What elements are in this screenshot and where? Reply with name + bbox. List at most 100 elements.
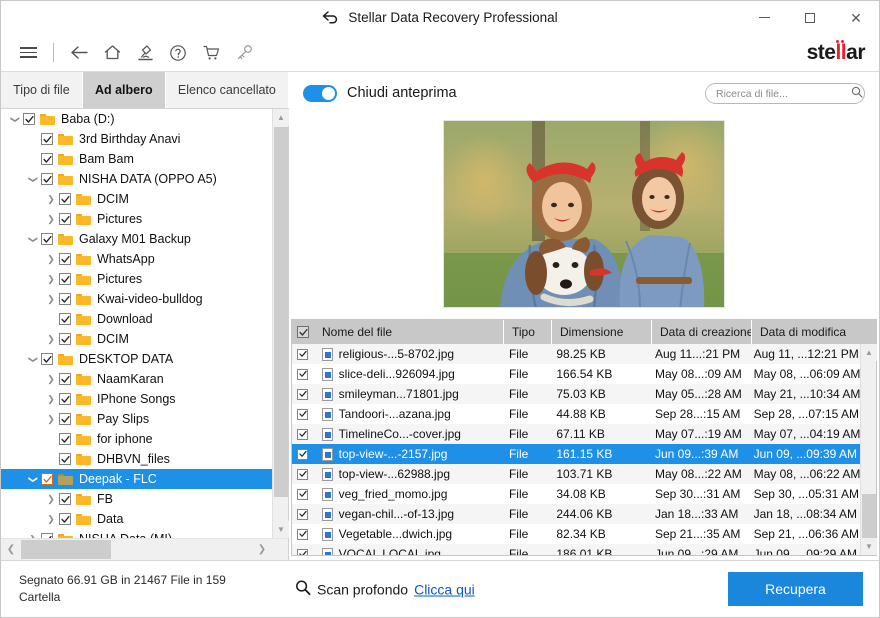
select-all-checkbox[interactable] [292, 320, 314, 344]
scroll-down-icon[interactable]: ▼ [273, 521, 289, 538]
table-row[interactable]: TimelineCo...-cover.jpgFile67.11 KBMay 0… [292, 424, 860, 444]
help-icon[interactable] [163, 38, 193, 68]
tree-item[interactable]: ❯Galaxy M01 Backup [1, 229, 272, 249]
chevron-right-icon[interactable]: ❯ [43, 394, 59, 405]
tab-elenco-cancellato[interactable]: Elenco cancellato [166, 72, 289, 108]
row-checkbox[interactable] [292, 369, 314, 380]
tree-horizontal-scrollbar[interactable]: ❮ ❯ [1, 538, 288, 560]
tree-item-checkbox[interactable] [41, 133, 53, 145]
row-checkbox[interactable] [292, 489, 314, 500]
row-checkbox[interactable] [292, 429, 314, 440]
search-box[interactable] [705, 83, 865, 104]
column-header[interactable]: Nome del file [314, 320, 504, 344]
scroll-right-icon[interactable]: ❯ [252, 539, 272, 560]
microscope-icon[interactable] [130, 38, 160, 68]
tree-item-checkbox[interactable] [23, 113, 35, 125]
tree-item[interactable]: ❯Data [1, 509, 272, 529]
table-row[interactable]: Vegetable...dwich.jpgFile82.34 KBSep 21.… [292, 524, 860, 544]
tree-item[interactable]: Bam Bam [1, 149, 272, 169]
tab-tipo-di-file[interactable]: Tipo di file [1, 72, 83, 108]
chevron-down-icon[interactable]: ❯ [28, 471, 39, 487]
chevron-down-icon[interactable]: ❯ [10, 111, 21, 127]
close-preview-toggle[interactable] [303, 85, 337, 102]
tree-item-checkbox[interactable] [41, 173, 53, 185]
table-row[interactable]: religious-...5-8702.jpgFile98.25 KBAug 1… [292, 344, 860, 364]
row-checkbox[interactable] [292, 449, 314, 460]
tree-item[interactable]: ❯Pay Slips [1, 409, 272, 429]
tree-item[interactable]: ❯DCIM [1, 189, 272, 209]
scroll-left-icon[interactable]: ❮ [1, 539, 21, 560]
table-row[interactable]: vegan-chil...-of-13.jpgFile244.06 KBJan … [292, 504, 860, 524]
recover-button[interactable]: Recupera [728, 572, 863, 606]
file-list-scrollbar[interactable]: ▲ ▼ [860, 344, 876, 555]
chevron-down-icon[interactable]: ❯ [28, 231, 39, 247]
column-header[interactable]: Tipo [504, 320, 552, 344]
chevron-right-icon[interactable]: ❯ [43, 274, 59, 285]
scroll-down-icon[interactable]: ▼ [861, 538, 877, 555]
table-row[interactable]: smileyman...71801.jpgFile75.03 KBMay 05.… [292, 384, 860, 404]
tree-item-checkbox[interactable] [41, 153, 53, 165]
chevron-right-icon[interactable]: ❯ [43, 254, 59, 265]
tree-item[interactable]: ❯FB [1, 489, 272, 509]
tree-item[interactable]: Download [1, 309, 272, 329]
tree-item-checkbox[interactable] [59, 393, 71, 405]
chevron-right-icon[interactable]: ❯ [43, 514, 59, 525]
chevron-down-icon[interactable]: ❯ [28, 351, 39, 367]
maximize-button[interactable] [787, 1, 833, 34]
chevron-right-icon[interactable]: ❯ [43, 294, 59, 305]
row-checkbox[interactable] [292, 469, 314, 480]
tree-item-checkbox[interactable] [59, 293, 71, 305]
tree-item-checkbox[interactable] [41, 353, 53, 365]
tree-item[interactable]: ❯NISHA Data (MI) [1, 529, 272, 538]
table-row[interactable]: Tandoori-...azana.jpgFile44.88 KBSep 28.… [292, 404, 860, 424]
chevron-right-icon[interactable]: ❯ [43, 374, 59, 385]
deep-scan-link[interactable]: Clicca qui [414, 581, 475, 597]
tree-item-checkbox[interactable] [59, 433, 71, 445]
tree-item[interactable]: ❯Kwai-video-bulldog [1, 289, 272, 309]
search-input[interactable] [716, 88, 851, 100]
back-icon[interactable] [64, 38, 94, 68]
tree-scroll-thumb[interactable] [274, 127, 288, 497]
table-row[interactable]: top-view-...62988.jpgFile103.71 KBMay 08… [292, 464, 860, 484]
tree-item[interactable]: 3rd Birthday Anavi [1, 129, 272, 149]
tree-item[interactable]: ❯NISHA DATA (OPPO A5) [1, 169, 272, 189]
tree-item-checkbox[interactable] [59, 273, 71, 285]
chevron-right-icon[interactable]: ❯ [43, 194, 59, 205]
row-checkbox[interactable] [292, 389, 314, 400]
home-icon[interactable] [97, 38, 127, 68]
row-checkbox[interactable] [292, 549, 314, 556]
tree-item[interactable]: ❯NaamKaran [1, 369, 272, 389]
tree-item-checkbox[interactable] [59, 493, 71, 505]
column-header[interactable]: Dimensione [552, 320, 652, 344]
row-checkbox[interactable] [292, 349, 314, 360]
tree-item-checkbox[interactable] [59, 413, 71, 425]
tree-item-checkbox[interactable] [59, 253, 71, 265]
tree-item-checkbox[interactable] [59, 333, 71, 345]
tree-item-checkbox[interactable] [59, 373, 71, 385]
tree-item[interactable]: ❯DESKTOP DATA [1, 349, 272, 369]
search-icon[interactable] [851, 85, 863, 103]
tree-item-checkbox[interactable] [41, 233, 53, 245]
folder-tree[interactable]: ❯Baba (D:)3rd Birthday AnaviBam Bam❯NISH… [1, 109, 272, 538]
tree-item[interactable]: ❯IPhone Songs [1, 389, 272, 409]
column-header[interactable]: Data di creazione [652, 320, 752, 344]
close-button[interactable]: ✕ [833, 1, 879, 34]
tree-item-checkbox[interactable] [59, 313, 71, 325]
table-row[interactable]: VOCAL LOCAL.jpgFile186.01 KBJun 09...:29… [292, 544, 860, 555]
tree-item[interactable]: ❯Deepak - FLC [1, 469, 272, 489]
scroll-up-icon[interactable]: ▲ [273, 109, 289, 126]
tree-item-checkbox[interactable] [59, 513, 71, 525]
file-list-body[interactable]: religious-...5-8702.jpgFile98.25 KBAug 1… [292, 344, 860, 555]
row-checkbox[interactable] [292, 409, 314, 420]
chevron-right-icon[interactable]: ❯ [43, 494, 59, 505]
row-checkbox[interactable] [292, 509, 314, 520]
tree-item-checkbox[interactable] [59, 193, 71, 205]
row-checkbox[interactable] [292, 529, 314, 540]
table-row[interactable]: veg_fried_momo.jpgFile34.08 KBSep 30...:… [292, 484, 860, 504]
chevron-down-icon[interactable]: ❯ [28, 171, 39, 187]
tree-hscroll-thumb[interactable] [21, 540, 111, 559]
cart-icon[interactable] [196, 38, 226, 68]
tree-item[interactable]: ❯Baba (D:) [1, 109, 272, 129]
column-header[interactable]: Data di modifica [752, 320, 868, 344]
tree-item[interactable]: ❯Pictures [1, 269, 272, 289]
